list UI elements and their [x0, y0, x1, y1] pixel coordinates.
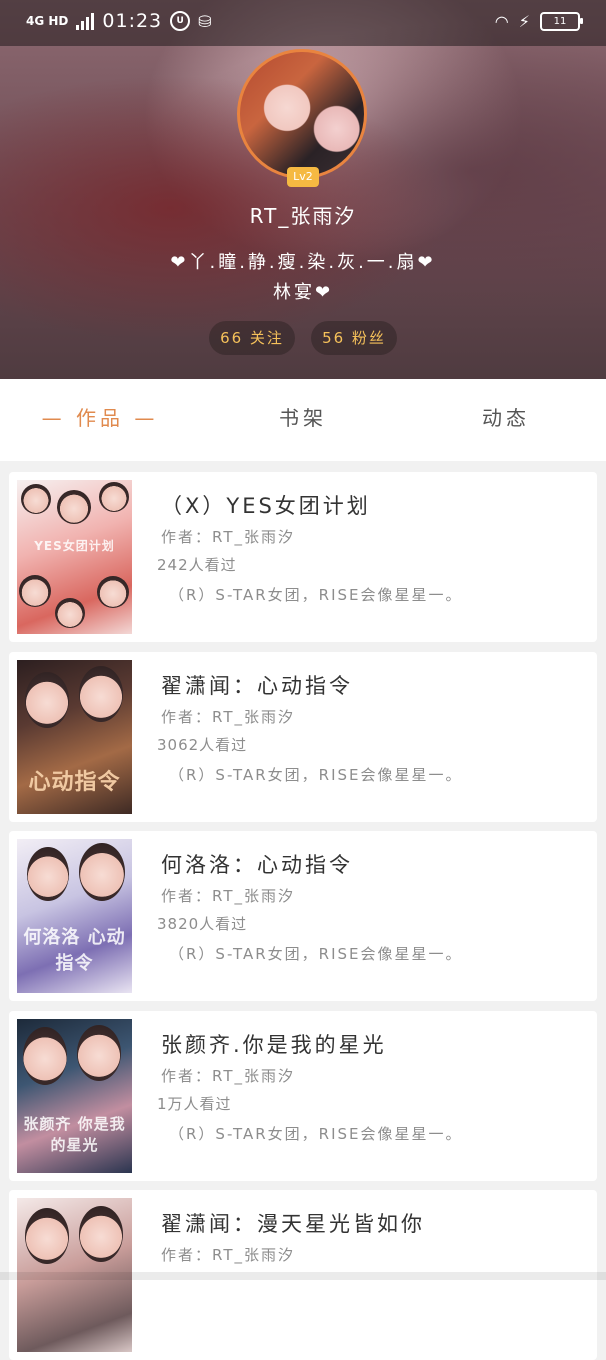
book-card[interactable]: 张颜齐 你是我的星光 张颜齐.你是我的星光 作者：RT_张雨汐 1万人看过 （R…: [9, 1011, 597, 1181]
book-title: 何洛洛：心动指令: [161, 853, 353, 877]
fans-button[interactable]: 56 粉丝: [311, 321, 397, 355]
book-title: （X）YES女团计划: [161, 494, 371, 518]
book-views: 242人看过: [157, 556, 237, 574]
username: RT_张雨汐: [249, 204, 357, 228]
book-cover[interactable]: 张颜齐 你是我的星光: [17, 1019, 132, 1173]
book-author: 作者：RT_张雨汐: [161, 1246, 295, 1264]
wifi-icon: ◠: [494, 12, 509, 31]
profile-header: 4G HD 01:23 U ⛁ ◠ ⚡ 11 Lv2 RT_张雨汐 ❤丫.瞳.静…: [0, 0, 606, 379]
network-indicator: 4G HD: [26, 14, 69, 28]
book-card[interactable]: 何洛洛 心动指令 何洛洛：心动指令 作者：RT_张雨汐 3820人看过 （R）S…: [9, 831, 597, 1001]
book-title: 翟潇闻：心动指令: [161, 674, 353, 698]
book-description: （R）S-TAR女团，RISE会像星星一。: [169, 945, 463, 963]
book-cover[interactable]: 何洛洛 心动指令: [17, 839, 132, 993]
avatar[interactable]: [237, 49, 367, 179]
book-description: （R）S-TAR女团，RISE会像星星一。: [169, 766, 463, 784]
cover-text: 何洛洛 心动指令: [23, 927, 126, 974]
book-card[interactable]: YES女团计划 （X）YES女团计划 作者：RT_张雨汐 242人看过 （R）S…: [9, 472, 597, 642]
book-views: 3062人看过: [157, 736, 248, 754]
tab-activity[interactable]: 动态: [446, 379, 566, 461]
bio: ❤丫.瞳.静.瘦.染.灰.一.扇❤ 林宴❤: [0, 248, 606, 308]
book-title: 翟潇闻：漫天星光皆如你: [161, 1212, 425, 1236]
book-cover[interactable]: 心动指令: [17, 660, 132, 814]
book-views: 1万人看过: [157, 1095, 232, 1113]
following-button[interactable]: 66 关注: [209, 321, 295, 355]
book-author: 作者：RT_张雨汐: [161, 528, 295, 546]
book-cover[interactable]: YES女团计划: [17, 480, 132, 634]
signal-icon: [76, 12, 95, 30]
clock: 01:23: [102, 10, 163, 32]
book-title: 张颜齐.你是我的星光: [161, 1033, 387, 1057]
cover-text: 心动指令: [28, 770, 121, 795]
level-badge: Lv2: [287, 167, 319, 187]
book-description: （R）S-TAR女团，RISE会像星星一。: [169, 1125, 463, 1143]
bio-line-2: 林宴❤: [272, 282, 334, 303]
bio-line-1: ❤丫.瞳.静.瘦.染.灰.一.扇❤: [170, 252, 436, 273]
book-author: 作者：RT_张雨汐: [161, 1067, 295, 1085]
book-card[interactable]: 心动指令 翟潇闻：心动指令 作者：RT_张雨汐 3062人看过 （R）S-TAR…: [9, 652, 597, 822]
battery-level: 11: [553, 16, 567, 27]
book-author: 作者：RT_张雨汐: [161, 887, 295, 905]
tab-bookshelf[interactable]: 书架: [243, 379, 363, 461]
book-views: 3820人看过: [157, 915, 248, 933]
notification-icon: U: [170, 11, 191, 31]
charging-icon: ⚡: [518, 12, 530, 31]
cover-text: 张颜齐 你是我的星光: [23, 1115, 126, 1154]
book-description: （R）S-TAR女团，RISE会像星星一。: [169, 586, 463, 604]
book-author: 作者：RT_张雨汐: [161, 708, 295, 726]
battery-icon: 11: [540, 12, 583, 31]
scroll-edge: [0, 1272, 606, 1280]
storage-icon: ⛁: [198, 11, 212, 31]
cover-text: YES女团计划: [34, 539, 115, 553]
tab-works[interactable]: — 作品 —: [40, 379, 160, 461]
status-bar: 4G HD 01:23 U ⛁ ◠ ⚡ 11: [0, 0, 606, 46]
tab-bar: — 作品 — 书架 动态: [0, 379, 606, 461]
